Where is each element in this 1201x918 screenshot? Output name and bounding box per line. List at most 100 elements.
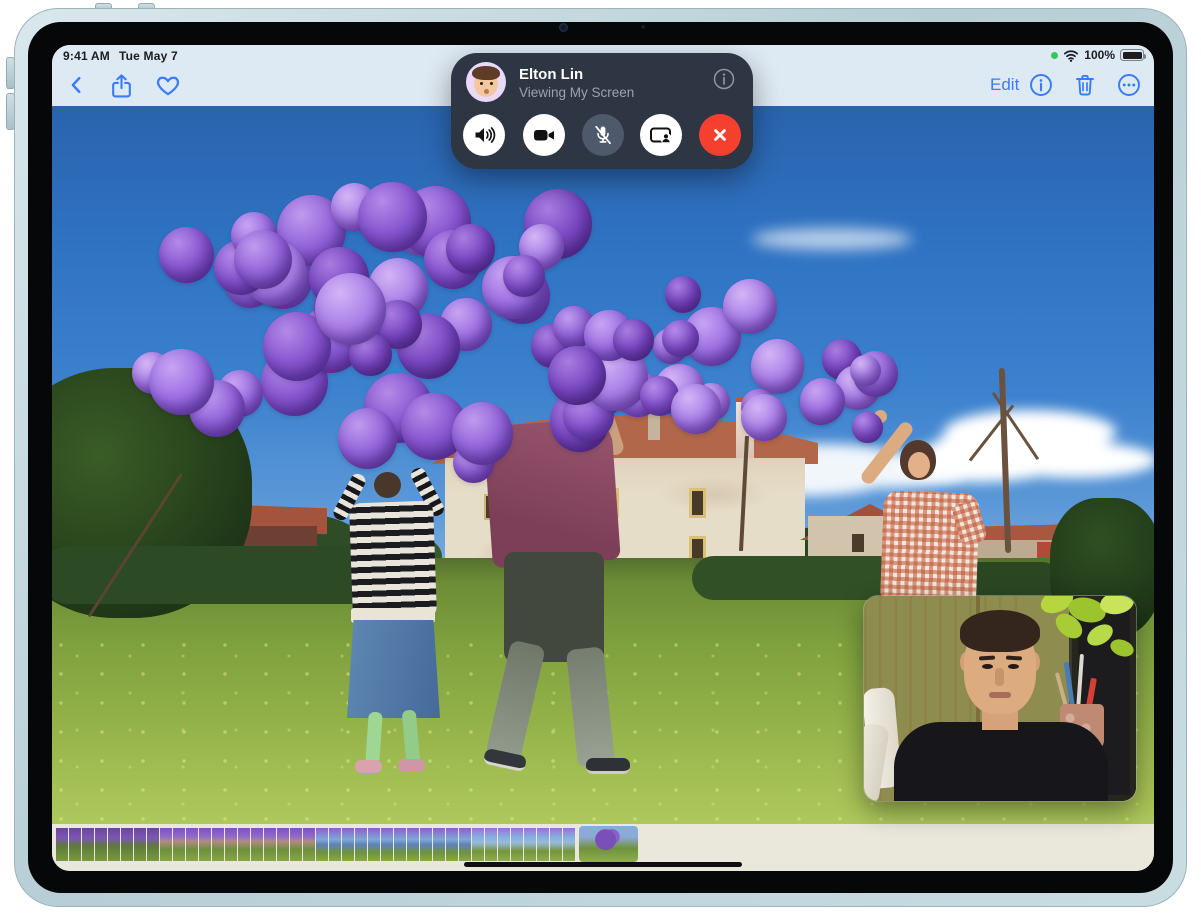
wifi-icon — [1063, 49, 1079, 62]
avatar — [466, 62, 506, 102]
home-indicator[interactable] — [464, 862, 742, 867]
balloon — [338, 408, 397, 469]
video-frame-thumbnail[interactable] — [303, 828, 315, 861]
video-frame-thumbnail[interactable] — [56, 828, 68, 861]
child-left-shoe — [398, 759, 425, 772]
video-frame-thumbnail[interactable] — [199, 828, 211, 861]
edit-button[interactable]: Edit — [990, 75, 1019, 95]
status-left: 9:41 AM Tue May 7 — [63, 49, 178, 63]
status-date: Tue May 7 — [119, 49, 178, 63]
delete-button[interactable] — [1071, 71, 1099, 99]
video-frame-thumbnail[interactable] — [537, 828, 549, 861]
video-frame-thumbnail[interactable] — [355, 828, 367, 861]
child-left-head — [374, 472, 401, 498]
video-frame-thumbnail[interactable] — [69, 828, 81, 861]
video-frame-thumbnail[interactable] — [277, 828, 289, 861]
status-right: 100% — [1051, 48, 1144, 62]
status-time: 9:41 AM — [63, 49, 110, 63]
video-frame-thumbnail[interactable] — [485, 828, 497, 861]
balloon — [548, 346, 606, 405]
video-frame-thumbnail[interactable] — [459, 828, 471, 861]
video-frame-thumbnail[interactable] — [394, 828, 406, 861]
back-button[interactable] — [63, 71, 91, 99]
balloon — [452, 402, 513, 464]
video-frame-thumbnail[interactable] — [134, 828, 146, 861]
video-frame-thumbnail[interactable] — [446, 828, 458, 861]
house-window — [689, 488, 706, 518]
video-frame-thumbnail[interactable] — [563, 828, 575, 861]
video-frame-thumbnail[interactable] — [82, 828, 94, 861]
video-frame-thumbnail[interactable] — [368, 828, 380, 861]
video-frame-thumbnail[interactable] — [511, 828, 523, 861]
screen-share-button[interactable] — [640, 114, 682, 156]
gable-window — [852, 534, 864, 552]
speaker-icon — [472, 123, 496, 147]
balloon — [149, 349, 214, 416]
screen-share-icon — [648, 123, 674, 147]
balloon — [446, 224, 495, 274]
battery-percent: 100% — [1084, 48, 1115, 62]
video-frame-thumbnail[interactable] — [290, 828, 302, 861]
pip-self-video[interactable] — [864, 596, 1136, 801]
video-frame-thumbnail[interactable] — [472, 828, 484, 861]
facetime-info-button[interactable] — [711, 66, 737, 92]
avatar-hair — [472, 66, 500, 80]
avatar-eye — [480, 82, 483, 85]
filmstrip-bar — [52, 824, 1154, 871]
video-frame-thumbnail[interactable] — [95, 828, 107, 861]
mic-muted-icon — [591, 123, 615, 147]
video-frame-thumbnail[interactable] — [407, 828, 419, 861]
front-camera — [559, 23, 568, 32]
balloon — [741, 394, 787, 441]
video-frame-thumbnail[interactable] — [381, 828, 393, 861]
video-button[interactable] — [523, 114, 565, 156]
balloon — [662, 320, 699, 357]
avatar-eye — [490, 82, 493, 85]
video-frame-thumbnail[interactable] — [160, 828, 172, 861]
video-frame-thumbnail[interactable] — [186, 828, 198, 861]
video-frame-thumbnail[interactable] — [212, 828, 224, 861]
child-left-sweater — [349, 501, 437, 622]
hedge-center — [692, 556, 902, 600]
more-button[interactable] — [1115, 71, 1143, 99]
balloon — [503, 255, 545, 297]
house-chimney-2 — [648, 412, 660, 440]
child-left-shoe — [355, 760, 382, 773]
caller-status: Viewing My Screen — [519, 85, 634, 100]
video-frame-thumbnail[interactable] — [524, 828, 536, 861]
speaker-button[interactable] — [463, 114, 505, 156]
camera-active-dot — [1051, 52, 1058, 59]
ipad-device: 9:41 AM Tue May 7 100% — [14, 8, 1187, 907]
video-frame-thumbnail[interactable] — [173, 828, 185, 861]
share-button[interactable] — [107, 71, 135, 99]
battery-icon — [1120, 49, 1144, 61]
end-call-button[interactable] — [699, 114, 741, 156]
video-frame-thumbnail[interactable] — [108, 828, 120, 861]
balloon — [751, 339, 805, 394]
selected-thumbnail[interactable] — [579, 826, 638, 862]
video-frame-thumbnail[interactable] — [316, 828, 328, 861]
video-frame-thumbnail[interactable] — [251, 828, 263, 861]
video-frame-thumbnail[interactable] — [264, 828, 276, 861]
mic-muted-button[interactable] — [582, 114, 624, 156]
video-frame-thumbnail[interactable] — [550, 828, 562, 861]
balloon — [159, 227, 214, 283]
video-frame-thumbnail[interactable] — [238, 828, 250, 861]
pip-person-eye — [982, 664, 993, 669]
video-frame-thumbnail[interactable] — [342, 828, 354, 861]
video-frame-thumbnail[interactable] — [147, 828, 159, 861]
cloud-wisp — [752, 228, 912, 250]
video-frame-thumbnail[interactable] — [121, 828, 133, 861]
video-frame-thumbnail[interactable] — [498, 828, 510, 861]
page: 9:41 AM Tue May 7 100% — [0, 0, 1201, 918]
video-frame-thumbnail[interactable] — [433, 828, 445, 861]
info-button[interactable] — [1027, 71, 1055, 99]
sensor-dot — [641, 25, 645, 29]
avatar-mouth — [484, 89, 489, 94]
balloon — [665, 276, 701, 313]
video-frame-thumbnail[interactable] — [420, 828, 432, 861]
balloon — [613, 319, 654, 361]
video-frame-thumbnail[interactable] — [225, 828, 237, 861]
favorite-button[interactable] — [154, 71, 182, 99]
video-frame-thumbnail[interactable] — [329, 828, 341, 861]
